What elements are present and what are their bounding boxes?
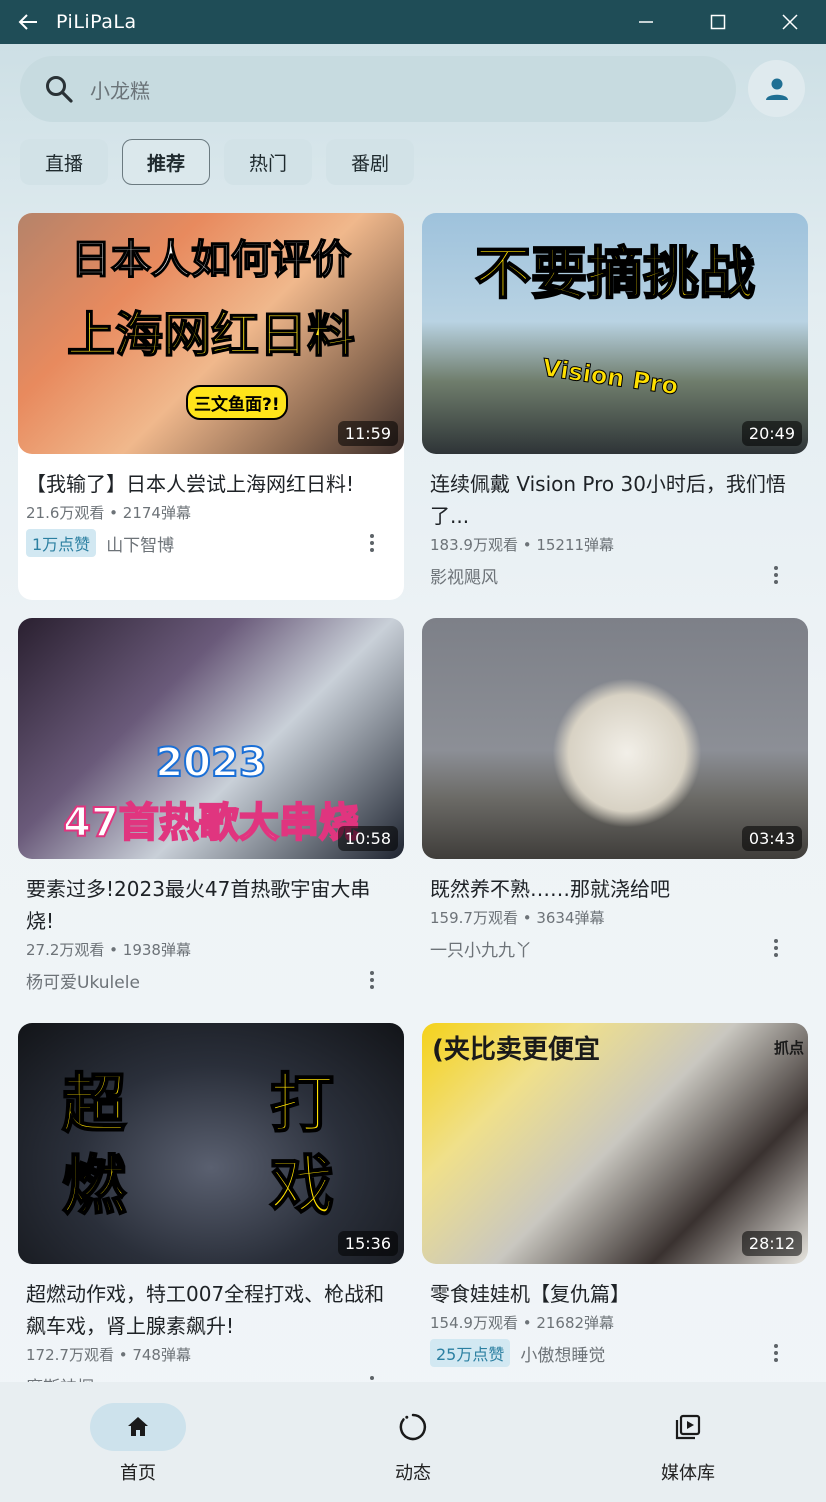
video-stats: 27.2万观看 • 1938弹幕 [26, 941, 191, 959]
video-author[interactable]: 杨可爱Ukulele [26, 968, 140, 993]
nav-label: 媒体库 [661, 1463, 715, 1484]
thumbnail-caption: 日本人如何评价 [70, 236, 352, 284]
person-icon [765, 78, 788, 100]
thumbnail-caption: 上海网红日料 [66, 306, 356, 364]
nav-home[interactable]: 首页 [63, 1382, 213, 1502]
more-options-icon[interactable] [362, 533, 382, 553]
back-button[interactable] [0, 0, 56, 44]
more-options-icon[interactable] [766, 565, 786, 585]
thumbnail-caption: 三文鱼面?! [186, 385, 288, 420]
close-button[interactable] [754, 0, 826, 44]
search-placeholder: 小龙糕 [90, 78, 150, 103]
video-author[interactable]: 山下智博 [106, 531, 174, 556]
video-title: 连续佩戴 Vision Pro 30小时后，我们悟了... [430, 472, 786, 528]
minimize-icon [639, 21, 653, 23]
likes-badge: 1万点赞 [26, 529, 97, 557]
tab-bangumi[interactable]: 番剧 [326, 139, 414, 185]
user-avatar-button[interactable] [748, 60, 805, 117]
thumbnail-caption: (夹比卖更便宜 [432, 1035, 600, 1065]
video-stats: 21.6万观看 • 2174弹幕 [26, 504, 191, 522]
video-author[interactable]: 影视飓风 [430, 563, 498, 588]
video-stats: 154.9万观看 • 21682弹幕 [430, 1314, 615, 1332]
video-title: 超燃动作戏，特工007全程打戏、枪战和飙车戏，肾上腺素飙升! [26, 1282, 385, 1338]
video-duration: 10:58 [337, 826, 398, 851]
video-title: 【我输了】日本人尝试上海网红日料! [26, 472, 355, 496]
nav-label: 首页 [120, 1463, 156, 1484]
tab-live[interactable]: 直播 [20, 139, 108, 185]
minimize-button[interactable] [610, 0, 682, 44]
video-thumbnail[interactable]: 2023 47首热歌大串烧 10:58 [18, 618, 404, 859]
video-stats: 159.7万观看 • 3634弹幕 [430, 909, 605, 927]
thumbnail-caption: 不要摘挑战 [474, 241, 756, 308]
arrow-left-icon [18, 14, 37, 30]
thumbnail-caption: 超 [61, 1067, 127, 1143]
search-icon [46, 76, 73, 103]
video-duration: 20:49 [741, 421, 802, 446]
video-library-icon [675, 1414, 701, 1440]
video-card[interactable]: 03:43 既然养不熟……那就浇给吧 159.7万观看 • 3634弹幕 一只小… [422, 618, 808, 961]
thumbnail-caption: 2023 [154, 739, 267, 787]
tab-recommend[interactable]: 推荐 [122, 139, 210, 185]
more-options-icon[interactable] [766, 1343, 786, 1363]
video-thumbnail[interactable]: 03:43 [422, 618, 808, 859]
video-duration: 15:36 [337, 1231, 398, 1256]
category-tabs: 直播 推荐 热门 番剧 [20, 139, 414, 185]
more-options-icon[interactable] [766, 938, 786, 958]
nav-library[interactable]: 媒体库 [613, 1382, 763, 1502]
video-author[interactable]: 一只小九九丫 [430, 936, 532, 961]
video-stats: 183.9万观看 • 15211弹幕 [430, 536, 615, 554]
video-thumbnail[interactable]: 超 燃 打 戏 15:36 [18, 1023, 404, 1264]
maximize-button[interactable] [682, 0, 754, 44]
thumbnail-caption: 戏 [269, 1149, 335, 1225]
home-icon [128, 1417, 148, 1436]
video-title: 既然养不熟……那就浇给吧 [430, 877, 670, 901]
video-duration: 28:12 [741, 1231, 802, 1256]
title-bar: PiLiPaLa [0, 0, 826, 44]
video-title: 要素过多!2023最火47首热歌宇宙大串烧! [26, 877, 371, 933]
thumbnail-caption: 抓点 [773, 1039, 804, 1057]
video-thumbnail[interactable]: 不要摘挑战 Vision Pro 20:49 [422, 213, 808, 454]
refresh-circle-icon [399, 1413, 427, 1441]
likes-badge: 25万点赞 [430, 1339, 511, 1367]
thumbnail-caption: 燃 [61, 1149, 127, 1225]
search-bar[interactable]: 小龙糕 [20, 56, 736, 122]
video-stats: 172.7万观看 • 748弹幕 [26, 1346, 191, 1364]
video-card[interactable]: 不要摘挑战 Vision Pro 20:49 连续佩戴 Vision Pro 3… [422, 213, 808, 588]
more-options-icon[interactable] [362, 970, 382, 990]
video-duration: 11:59 [337, 421, 398, 446]
video-author[interactable]: 小傲想睡觉 [520, 1341, 605, 1366]
video-card[interactable]: 超 燃 打 戏 15:36 超燃动作戏，特工007全程打戏、枪战和飙车戏，肾上腺… [18, 1023, 404, 1398]
video-duration: 03:43 [741, 826, 802, 851]
video-thumbnail[interactable]: (夹比卖更便宜 抓点 28:12 [422, 1023, 808, 1264]
bottom-navigation: 首页 动态 媒体库 [0, 1382, 826, 1502]
nav-label: 动态 [395, 1463, 431, 1484]
nav-dynamics[interactable]: 动态 [338, 1382, 488, 1502]
tab-hot[interactable]: 热门 [224, 139, 312, 185]
video-card[interactable]: (夹比卖更便宜 抓点 28:12 零食娃娃机【复仇篇】 154.9万观看 • 2… [422, 1023, 808, 1367]
video-card[interactable]: 2023 47首热歌大串烧 10:58 要素过多!2023最火47首热歌宇宙大串… [18, 618, 404, 993]
goat-shape [552, 678, 702, 828]
thumbnail-caption: 打 [269, 1067, 335, 1143]
thumbnail-caption: Vision Pro [540, 353, 681, 401]
video-title: 零食娃娃机【复仇篇】 [430, 1282, 630, 1306]
video-card[interactable]: 日本人如何评价 上海网红日料 三文鱼面?! 11:59 【我输了】日本人尝试上海… [18, 213, 404, 600]
close-icon [782, 14, 798, 30]
app-title: PiLiPaLa [56, 11, 137, 33]
video-thumbnail[interactable]: 日本人如何评价 上海网红日料 三文鱼面?! 11:59 [18, 213, 404, 454]
maximize-icon [710, 14, 726, 30]
